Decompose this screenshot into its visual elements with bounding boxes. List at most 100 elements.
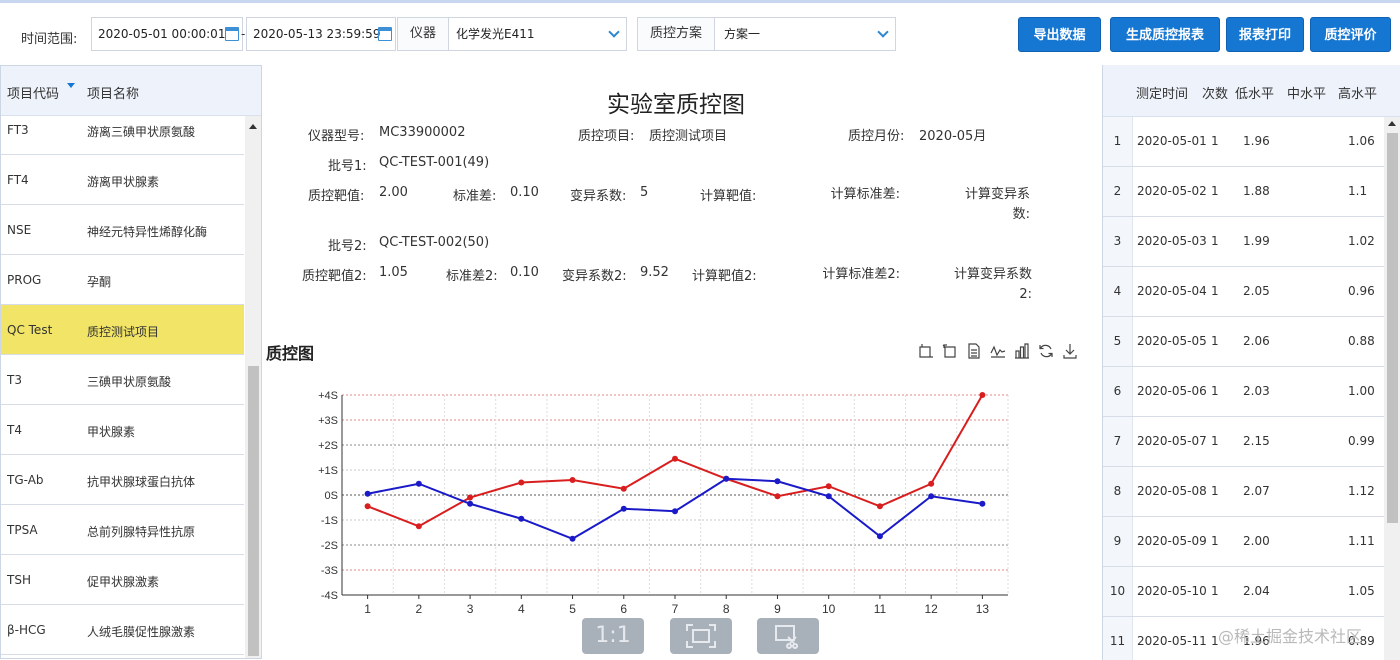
cell-date: 2020-05-05	[1137, 334, 1207, 348]
scheme-select[interactable]: 质控方案 方案一	[637, 17, 896, 51]
cell-count: 1	[1211, 434, 1219, 448]
restore-icon[interactable]	[1038, 343, 1054, 359]
data-table-header: 测定时间 次数 低水平 中水平 高水平	[1103, 65, 1400, 117]
zoom-reset-icon[interactable]	[942, 343, 958, 359]
cell-count: 1	[1211, 534, 1219, 548]
data-point	[415, 523, 422, 530]
header-low: 低水平	[1235, 87, 1275, 102]
cell-date: 2020-05-02	[1137, 184, 1207, 198]
scrollbar-thumb[interactable]	[248, 366, 259, 656]
qc-evaluation-button[interactable]: 质控评价	[1310, 17, 1391, 52]
item-name: 游离甲状腺素	[87, 175, 160, 189]
calendar-icon[interactable]	[225, 27, 239, 41]
zoom-select-icon[interactable]	[918, 343, 934, 359]
data-point	[569, 535, 576, 542]
header-count: 次数	[1202, 87, 1229, 102]
item-code: T3	[7, 373, 22, 387]
x-tick-label: 6	[620, 602, 627, 616]
list-item[interactable]: NSE 神经元特异性烯醇化酶	[1, 205, 244, 255]
print-report-button[interactable]: 报表打印	[1226, 17, 1304, 52]
list-item[interactable]: β-HCG 人绒毛膜促性腺激素	[1, 605, 244, 655]
column-header-code[interactable]: 项目代码	[7, 83, 59, 102]
calc-sd2-label: 计算标准差2:	[822, 267, 900, 282]
start-date-input[interactable]: 2020-05-01 00:00:01	[91, 17, 243, 51]
list-item[interactable]: TPSA 总前列腺特异性抗原	[1, 505, 244, 555]
data-point	[364, 503, 371, 510]
row-index: 11	[1103, 617, 1133, 660]
row-index: 9	[1103, 517, 1133, 566]
cell-low: 2.06	[1243, 334, 1270, 348]
data-point	[979, 392, 986, 398]
cell-low: 1.96	[1243, 134, 1270, 148]
data-point	[672, 508, 678, 515]
x-tick-label: 3	[467, 602, 474, 616]
sd1-label: 标准差:	[453, 189, 497, 204]
cell-high: 1.1	[1348, 184, 1368, 198]
time-range-label: 时间范围:	[21, 32, 78, 47]
report-area: 实验室质控图 仪器型号: MC33900002 质控项目: 质控测试项目 质控月…	[262, 65, 1102, 660]
cell-low: 2.07	[1243, 484, 1270, 498]
data-view-icon[interactable]	[966, 343, 982, 359]
item-name: 促甲状腺激素	[87, 575, 160, 589]
cell-count: 1	[1211, 384, 1219, 398]
table-row[interactable]: 7 2020-05-07 1 2.15 0.99	[1103, 417, 1385, 467]
item-name: 人绒毛膜促性腺激素	[87, 625, 196, 639]
x-tick-label: 10	[822, 602, 836, 616]
list-item[interactable]: T3 三碘甲状原氨酸	[1, 355, 244, 405]
sort-desc-icon[interactable]	[67, 83, 75, 88]
start-date-value: 2020-05-01 00:00:01	[98, 27, 226, 41]
item-name: 总前列腺特异性抗原	[87, 525, 196, 539]
generate-report-button[interactable]: 生成质控报表	[1110, 17, 1220, 52]
end-date-input[interactable]: 2020-05-13 23:59:59	[246, 17, 396, 51]
instrument-select[interactable]: 仪器 化学发光E411	[397, 17, 627, 51]
scroll-up-icon[interactable]	[1388, 121, 1396, 126]
x-tick-label: 4	[518, 602, 525, 616]
row-index: 3	[1103, 217, 1133, 266]
scroll-up-icon[interactable]	[249, 124, 257, 129]
list-item[interactable]: FT3 游离三碘甲状原氨酸	[1, 116, 244, 155]
qc-line-chart[interactable]: +4S+3S+2S+1S0S-1S-2S-3S-4S1 2 3 4 5 6 7 8 9 10 11 1…	[302, 383, 1022, 625]
list-item[interactable]: T4 甲状腺素	[1, 405, 244, 455]
table-row[interactable]: 8 2020-05-08 1 2.07 1.12	[1103, 467, 1385, 517]
list-item[interactable]: FT4 游离甲状腺素	[1, 155, 244, 205]
fit-screen-button[interactable]	[670, 618, 732, 654]
data-point	[774, 493, 781, 500]
table-row[interactable]: 9 2020-05-09 1 2.00 1.11	[1103, 517, 1385, 567]
screenshot-button[interactable]	[757, 618, 819, 654]
scrollbar-thumb[interactable]	[1387, 133, 1398, 523]
scrollbar[interactable]	[1384, 117, 1400, 660]
target2-label: 质控靶值2:	[302, 269, 367, 284]
scrollbar[interactable]	[245, 116, 261, 658]
list-item[interactable]: QC Test 质控测试项目	[1, 305, 244, 355]
list-item[interactable]: TG-Ab 抗甲状腺球蛋白抗体	[1, 455, 244, 505]
line-chart-icon[interactable]	[990, 343, 1006, 359]
y-tick-label: -4S	[321, 590, 338, 602]
row-index: 1	[1103, 117, 1133, 166]
save-image-icon[interactable]	[1062, 343, 1078, 359]
list-item[interactable]: PROG 孕酮	[1, 255, 244, 305]
data-point	[774, 478, 781, 485]
cell-low: 2.04	[1243, 584, 1270, 598]
data-point	[928, 480, 935, 487]
zoom-1to1-button[interactable]: 1:1	[582, 618, 644, 654]
calendar-icon[interactable]	[378, 27, 392, 41]
cv2-label: 变异系数2:	[562, 269, 627, 284]
chevron-down-icon[interactable]	[877, 26, 889, 38]
x-tick-label: 9	[774, 602, 781, 616]
table-row[interactable]: 10 2020-05-10 1 2.04 1.05	[1103, 567, 1385, 617]
scheme-label: 质控方案	[638, 18, 716, 50]
table-row[interactable]: 6 2020-05-06 1 2.03 1.00	[1103, 367, 1385, 417]
export-data-button[interactable]: 导出数据	[1018, 17, 1101, 52]
table-row[interactable]: 5 2020-05-05 1 2.06 0.88	[1103, 317, 1385, 367]
table-row[interactable]: 2 2020-05-02 1 1.88 1.1	[1103, 167, 1385, 217]
chevron-down-icon[interactable]	[608, 26, 620, 38]
cell-high: 0.96	[1348, 284, 1375, 298]
table-row[interactable]: 1 2020-05-01 1 1.96 1.06	[1103, 117, 1385, 167]
lot1-label: 批号1:	[328, 159, 367, 174]
bar-chart-icon[interactable]	[1014, 343, 1030, 359]
cell-high: 1.00	[1348, 384, 1375, 398]
table-row[interactable]: 3 2020-05-03 1 1.99 1.02	[1103, 217, 1385, 267]
table-row[interactable]: 4 2020-05-04 1 2.05 0.96	[1103, 267, 1385, 317]
column-header-name[interactable]: 项目名称	[87, 83, 139, 102]
list-item[interactable]: TSH 促甲状腺激素	[1, 555, 244, 605]
